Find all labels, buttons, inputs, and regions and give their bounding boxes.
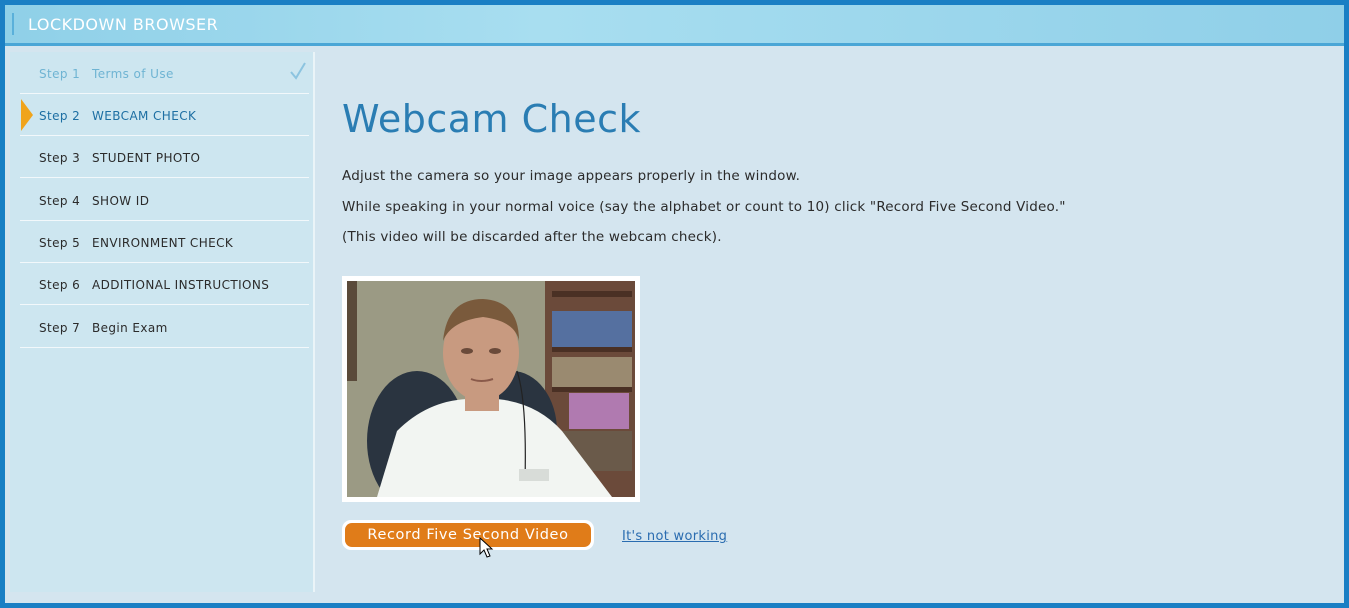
step-label: WEBCAM CHECK — [92, 109, 197, 123]
webcam-feed-image — [347, 281, 635, 497]
step-number: Step 1 — [39, 67, 81, 81]
instruction-line: (This video will be discarded after the … — [342, 229, 722, 245]
title-bar-accent — [12, 13, 14, 35]
step-label: STUDENT PHOTO — [92, 151, 201, 165]
main-content: Webcam Check Adjust the camera so your i… — [315, 52, 1344, 603]
step-label: Terms of Use — [92, 67, 174, 81]
step-label: ENVIRONMENT CHECK — [92, 236, 234, 250]
title-bar: LOCKDOWN BROWSER — [5, 5, 1344, 46]
step-number: Step 5 — [39, 236, 81, 250]
step-number: Step 3 — [39, 151, 81, 165]
step-item-show-id: Step 4 SHOW ID — [20, 179, 309, 221]
record-video-button[interactable]: Record Five Second Video — [342, 520, 594, 550]
step-item-student-photo: Step 3 STUDENT PHOTO — [20, 136, 309, 178]
step-number: Step 6 — [39, 278, 81, 292]
mouse-pointer-icon — [479, 537, 494, 558]
record-video-button-label: Record Five Second Video — [345, 523, 591, 547]
steps-sidebar: Step 1 Terms of Use Step 2 WEBCAM CHECK … — [10, 52, 315, 592]
step-item-terms-of-use: Step 1 Terms of Use — [20, 52, 309, 94]
not-working-link[interactable]: It's not working — [622, 529, 727, 544]
step-item-begin-exam: Step 7 Begin Exam — [20, 306, 309, 348]
step-item-environment-check: Step 5 ENVIRONMENT CHECK — [20, 221, 309, 263]
current-step-arrow-icon — [21, 99, 33, 131]
step-item-additional-instructions: Step 6 ADDITIONAL INSTRUCTIONS — [20, 263, 309, 305]
step-item-webcam-check: Step 2 WEBCAM CHECK — [20, 94, 309, 136]
instruction-line: Adjust the camera so your image appears … — [342, 168, 801, 184]
webcam-preview — [342, 276, 640, 502]
browser-window: LOCKDOWN BROWSER Step 1 Terms of Use Ste… — [5, 5, 1344, 603]
instruction-line: While speaking in your normal voice (say… — [342, 199, 1066, 215]
step-label: ADDITIONAL INSTRUCTIONS — [92, 278, 270, 292]
app-title: LOCKDOWN BROWSER — [28, 15, 219, 34]
step-number: Step 2 — [39, 109, 81, 123]
step-number: Step 4 — [39, 194, 81, 208]
step-number: Step 7 — [39, 321, 81, 335]
page-title: Webcam Check — [342, 97, 642, 141]
checkmark-icon — [290, 62, 306, 80]
step-label: Begin Exam — [92, 321, 168, 335]
step-label: SHOW ID — [92, 194, 150, 208]
